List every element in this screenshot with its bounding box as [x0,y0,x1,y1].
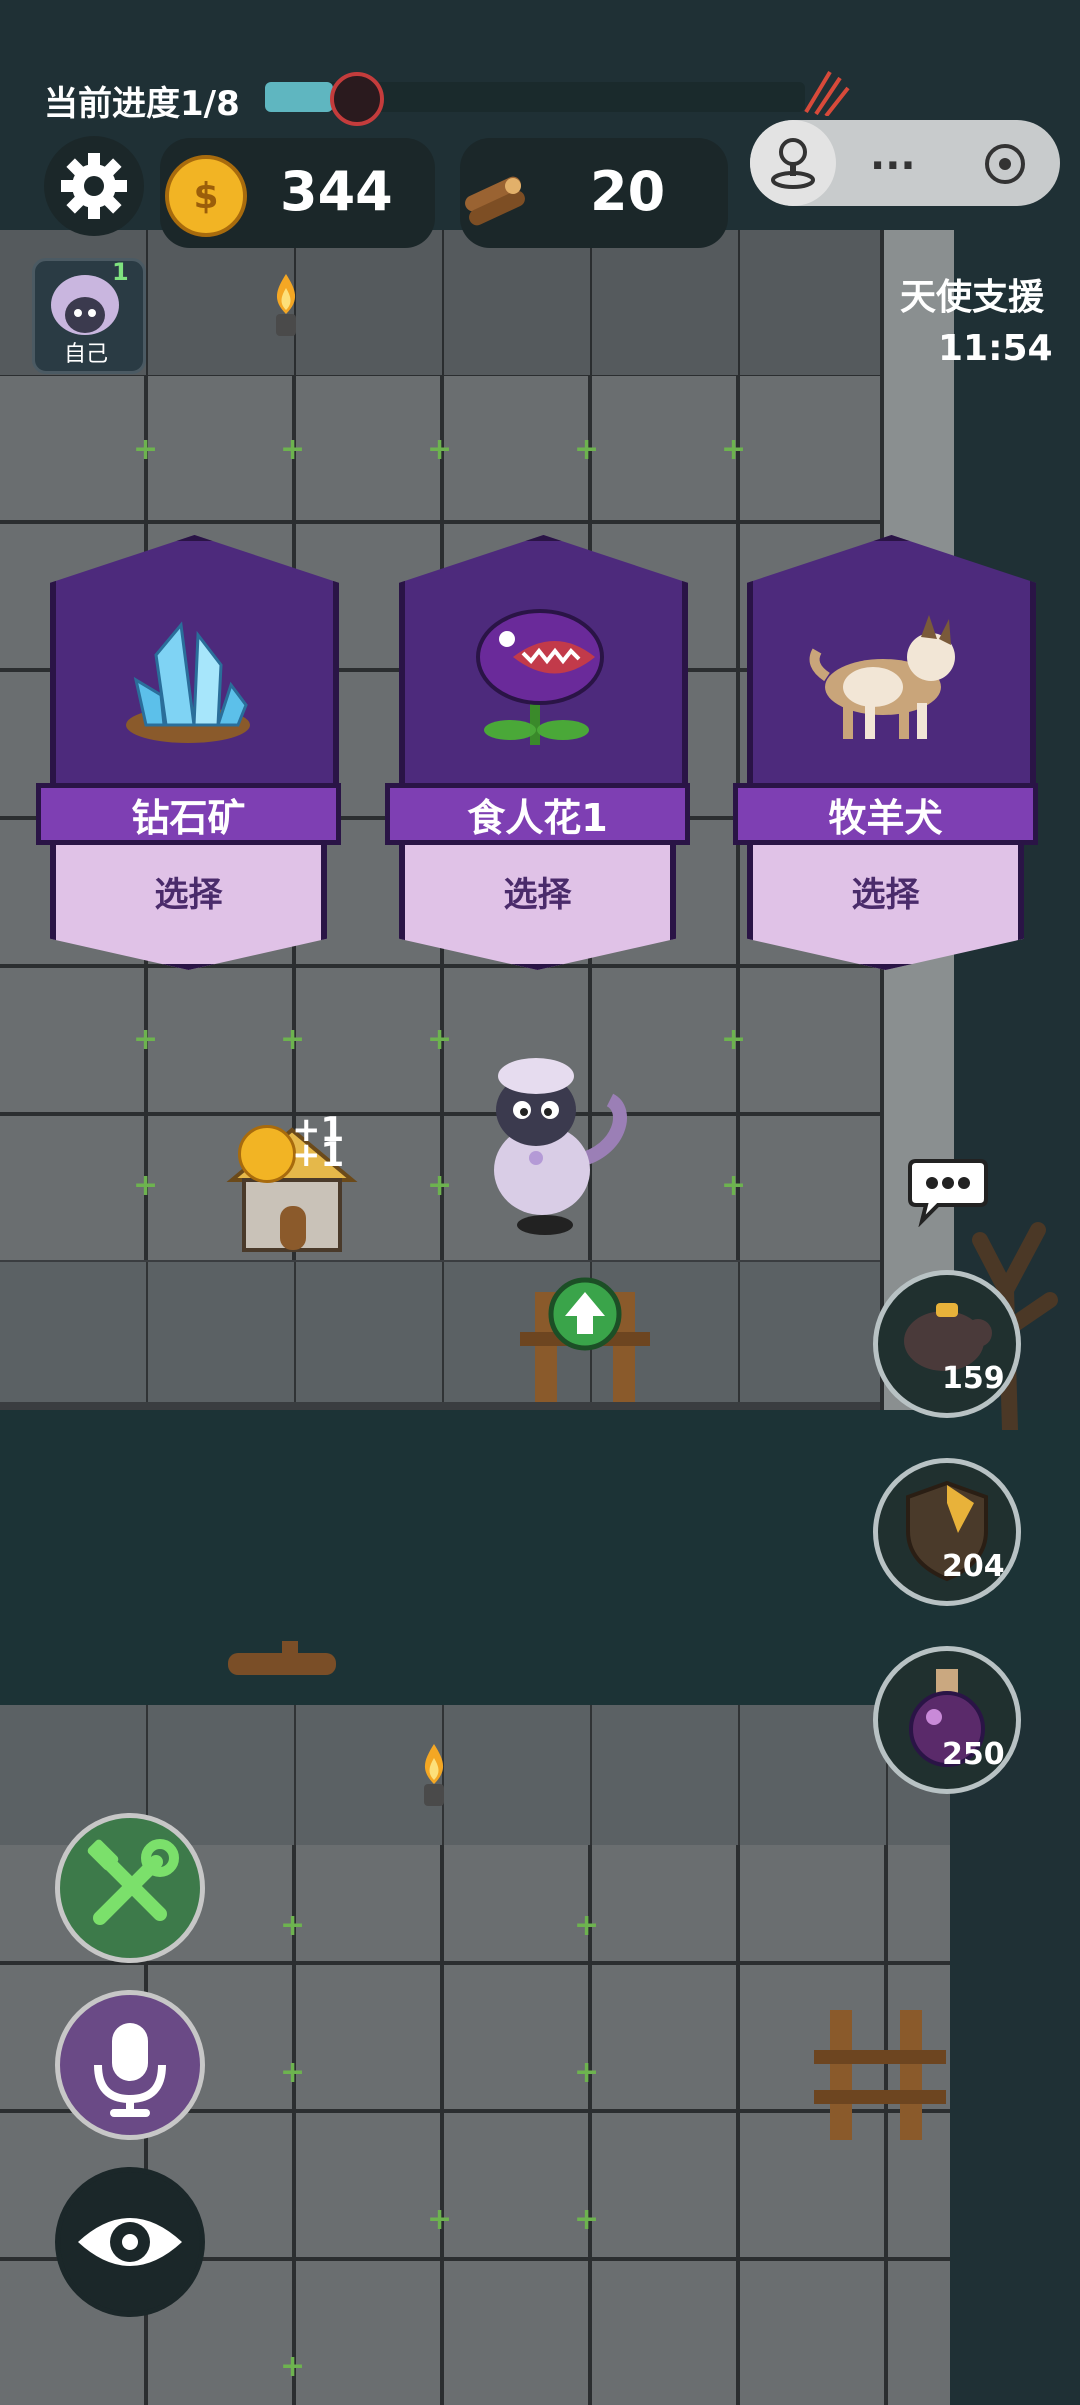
card-piranha-plant[interactable]: 食人花1 选择 [385,535,690,970]
empty-tile-plus[interactable]: + [427,432,452,467]
card-title: 牧羊犬 [733,783,1038,845]
wood-count: 20 [590,160,666,223]
microphone-icon [94,2023,166,2117]
empty-tile-plus[interactable]: + [280,2349,305,2384]
gate-upgrade[interactable] [515,1262,655,1407]
chat-bubble-button[interactable] [908,1155,988,1228]
wood-icon [455,160,535,230]
card-select-button[interactable]: 选择 [50,845,327,970]
gear-icon [61,153,127,219]
piggy-bank-value: 159 [942,1361,1005,1396]
empty-tile-plus[interactable]: + [574,2202,599,2237]
card-select-button[interactable]: 选择 [747,845,1024,970]
build-button[interactable] [55,1813,205,1963]
empty-tile-plus[interactable]: + [574,1908,599,1943]
coin-icon: $ [165,155,247,237]
sheepdog-icon [803,595,968,755]
potion-button[interactable]: 250 [873,1646,1021,1794]
sheep-hero[interactable] [470,1040,640,1240]
coin-icon [238,1125,296,1183]
joystick-icon [771,138,815,189]
potion-value: 250 [942,1737,1005,1772]
voice-button[interactable] [55,1990,205,2140]
empty-tile-plus[interactable]: + [133,1168,158,1203]
card-diamond-mine[interactable]: 钻石矿 选择 [36,535,341,970]
fence [810,2000,950,2145]
piranha-plant-icon [455,595,620,755]
card-title: 食人花1 [385,783,690,845]
piggy-bank-button[interactable]: 159 [873,1270,1021,1418]
boss-icon [330,72,384,126]
shield-value: 204 [942,1549,1005,1584]
empty-tile-plus[interactable]: + [427,1022,452,1057]
self-badge: 1 [112,258,129,286]
log-decoration [222,1635,342,1685]
progress-label: 当前进度1/8 [44,84,240,124]
empty-tile-plus[interactable]: + [574,432,599,467]
torch-icon [410,1740,458,1820]
empty-tile-plus[interactable]: + [427,2202,452,2237]
empty-tile-plus[interactable]: + [280,2055,305,2090]
joystick-button[interactable] [750,120,836,206]
hammer-wrench-icon [87,1839,179,1925]
empty-tile-plus[interactable]: + [721,1168,746,1203]
more-menu-button[interactable]: ··· [870,143,916,189]
card-sheepdog[interactable]: 牧羊犬 选择 [733,535,1038,970]
settings-button[interactable] [44,136,144,236]
empty-tile-plus[interactable]: + [133,432,158,467]
torch-icon [262,270,310,350]
angel-support-timer: 11:54 [938,328,1053,369]
empty-tile-plus[interactable]: + [721,432,746,467]
empty-tile-plus[interactable]: + [427,1168,452,1203]
crystal-icon [106,595,271,755]
coin-count: 344 [280,160,393,223]
empty-tile-plus[interactable]: + [721,1022,746,1057]
claw-mark-icon [800,66,850,118]
card-title: 钻石矿 [36,783,341,845]
view-toggle-button[interactable] [55,2167,205,2317]
shield-button[interactable]: 204 [873,1458,1021,1606]
chat-icon [908,1159,988,1228]
empty-tile-plus[interactable]: + [280,1908,305,1943]
eye-icon [78,2218,182,2266]
angel-support-title[interactable]: 天使支援 [900,268,1044,320]
house-bonus-label: +1 [292,1135,345,1175]
empty-tile-plus[interactable]: + [280,432,305,467]
empty-tile-plus[interactable]: + [574,2055,599,2090]
empty-tile-plus[interactable]: + [280,1022,305,1057]
self-label: 自己 [63,342,108,367]
card-select-button[interactable]: 选择 [399,845,676,970]
empty-tile-plus[interactable]: + [133,1022,158,1057]
bottom-wall [0,1262,950,1402]
close-icon [999,158,1011,170]
progress-fill [265,82,333,112]
close-program-button[interactable] [985,144,1025,184]
